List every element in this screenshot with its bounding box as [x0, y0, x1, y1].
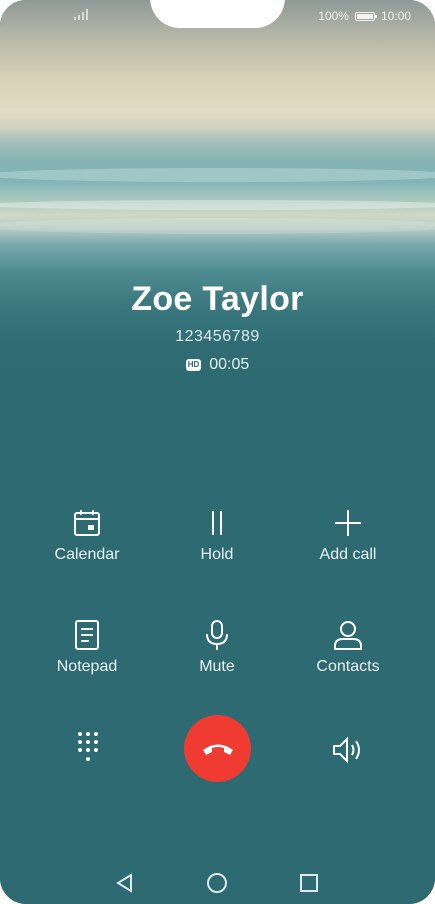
hold-label: Hold — [200, 546, 234, 563]
call-duration-row: HD 00:05 — [0, 356, 435, 374]
contacts-button[interactable]: Contacts — [288, 618, 408, 676]
wave-decoration — [0, 218, 435, 234]
battery-percent: 100% — [318, 9, 349, 23]
contacts-label: Contacts — [316, 658, 380, 675]
speaker-icon — [333, 736, 360, 764]
add-call-button[interactable]: Add call — [288, 506, 408, 564]
end-call-icon — [202, 744, 233, 755]
call-duration: 00:05 — [209, 356, 250, 373]
speaker-button[interactable] — [328, 732, 368, 768]
hd-badge: HD — [185, 359, 202, 371]
mute-label: Mute — [199, 658, 235, 675]
home-button[interactable] — [200, 866, 234, 900]
home-circle-icon — [207, 873, 227, 893]
back-triangle-icon — [116, 873, 132, 893]
hold-button[interactable]: Hold — [157, 506, 277, 564]
plus-icon — [288, 506, 408, 540]
notepad-icon — [27, 618, 147, 652]
mute-button[interactable]: Mute — [157, 618, 277, 676]
microphone-icon — [157, 618, 277, 652]
caller-number: 123456789 — [175, 328, 260, 345]
phone-screen: 100% 10:00 Zoe Taylor 123456789 HD 00:05… — [0, 0, 435, 904]
notepad-button[interactable]: Notepad — [27, 618, 147, 676]
wave-decoration — [0, 168, 435, 182]
dialpad-button[interactable] — [70, 730, 106, 766]
navigation-bar — [0, 866, 435, 900]
battery-icon — [354, 11, 377, 21]
dialpad-icon — [78, 732, 98, 761]
notepad-label: Notepad — [56, 658, 118, 675]
back-button[interactable] — [108, 866, 142, 900]
calendar-label: Calendar — [54, 546, 120, 563]
calendar-icon — [27, 506, 147, 540]
pause-icon — [157, 506, 277, 540]
recents-button[interactable] — [292, 866, 326, 900]
recents-square-icon — [300, 874, 318, 892]
signal-icon — [74, 8, 90, 24]
person-icon — [288, 618, 408, 652]
caller-name: Zoe Taylor — [131, 280, 304, 318]
add-call-label: Add call — [319, 546, 377, 563]
wave-decoration — [0, 200, 435, 210]
camera-notch — [150, 0, 285, 28]
end-call-button[interactable] — [184, 715, 251, 782]
status-bar-right: 100% 10:00 — [318, 8, 411, 24]
clock: 10:00 — [380, 9, 411, 23]
calendar-button[interactable]: Calendar — [27, 506, 147, 564]
